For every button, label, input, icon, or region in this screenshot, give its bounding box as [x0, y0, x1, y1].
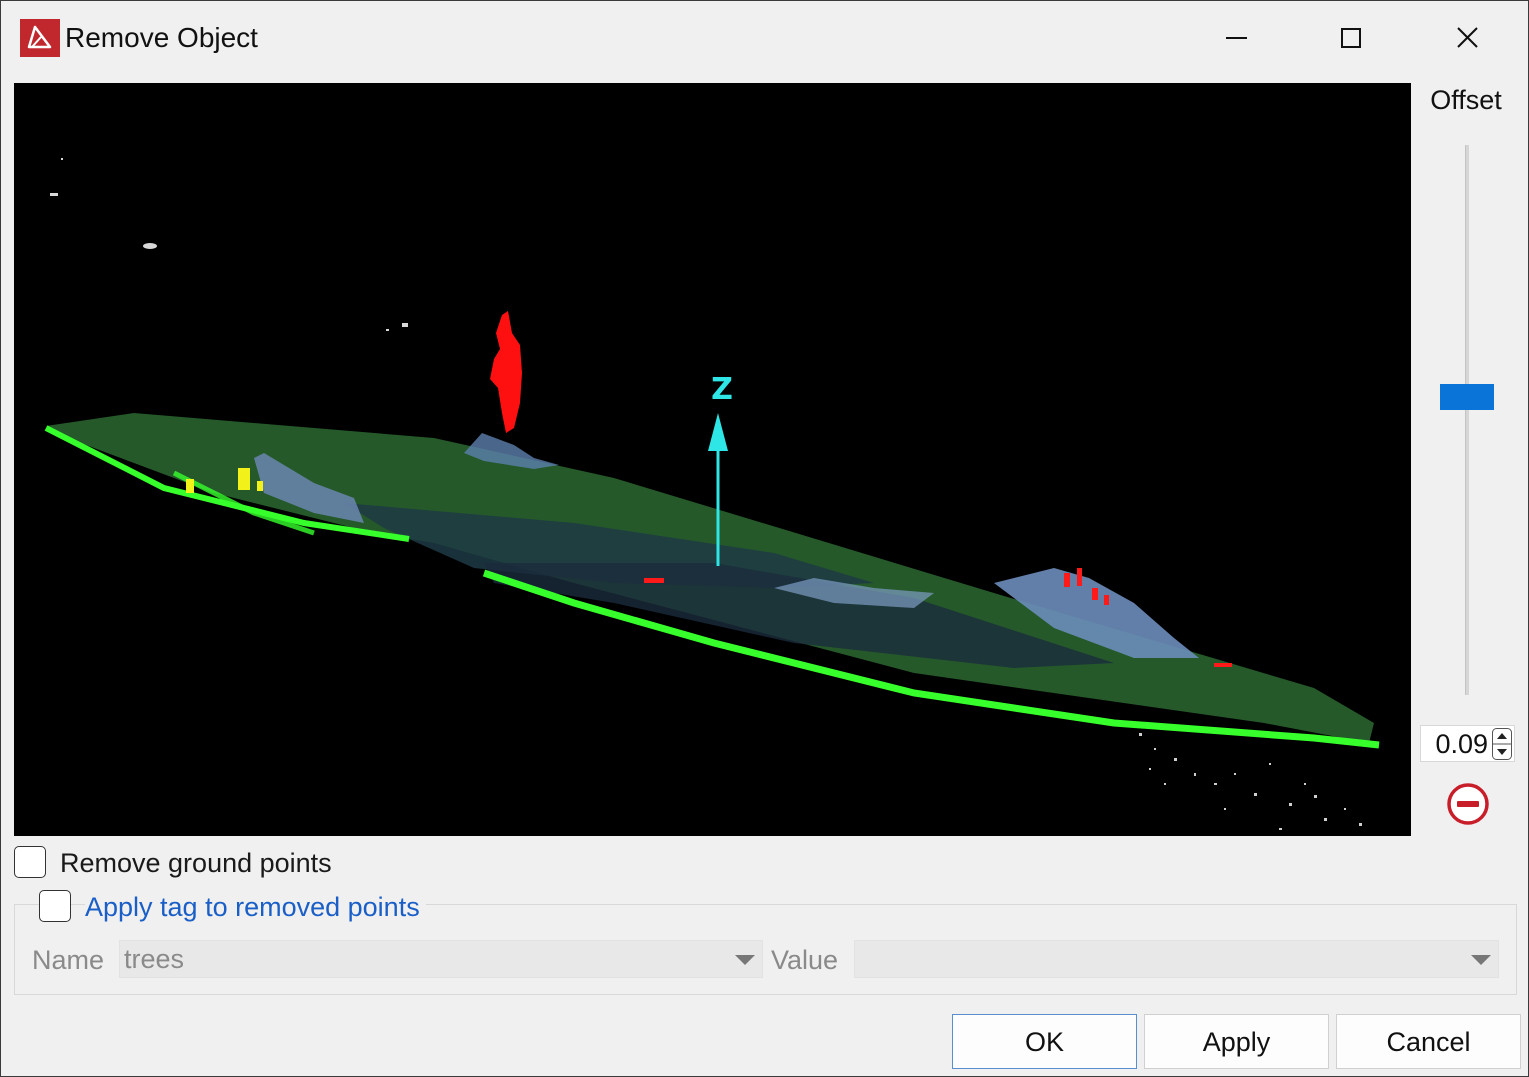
noise-points — [1139, 733, 1362, 830]
maximize-button[interactable] — [1321, 15, 1381, 61]
maximize-icon — [1341, 28, 1361, 48]
remove-offset-button[interactable] — [1445, 781, 1491, 827]
remove-ground-points-label[interactable]: Remove ground points — [60, 848, 332, 879]
chevron-down-icon[interactable] — [1470, 954, 1492, 966]
value-combobox[interactable] — [854, 940, 1499, 978]
offset-value: 0.09 — [1435, 729, 1488, 759]
title-bar: Remove Object — [1, 1, 1528, 77]
chevron-down-icon[interactable] — [734, 954, 756, 966]
minimize-icon — [1226, 37, 1247, 39]
z-axis-label: Z — [711, 372, 733, 407]
minus-circle-icon — [1447, 783, 1489, 825]
close-button[interactable] — [1438, 15, 1498, 61]
close-icon — [1457, 27, 1478, 48]
z-axis-arrow-icon — [708, 413, 728, 451]
ok-button[interactable]: OK — [952, 1014, 1137, 1069]
name-combobox-value: trees — [124, 944, 185, 974]
point-cloud-viewport[interactable]: Z — [14, 83, 1411, 836]
name-label: Name — [32, 945, 105, 975]
app-logo-icon — [20, 19, 60, 57]
point-cloud-render: Z — [44, 158, 1380, 830]
spin-arrows[interactable] — [1492, 728, 1512, 760]
offset-slider-track[interactable] — [1465, 145, 1469, 695]
apply-tag-label[interactable]: Apply tag to removed points — [85, 892, 426, 923]
offset-label: Offset — [1430, 85, 1502, 115]
minimize-button[interactable] — [1207, 15, 1267, 61]
selected-object — [490, 311, 522, 433]
apply-button[interactable]: Apply — [1144, 1014, 1329, 1069]
window-title: Remove Object — [65, 22, 258, 53]
offset-slider-thumb[interactable] — [1440, 384, 1494, 410]
offset-spinbox[interactable]: 0.09 — [1420, 725, 1515, 762]
remove-ground-points-checkbox[interactable] — [14, 846, 46, 878]
value-label: Value — [771, 945, 839, 975]
remove-object-dialog: Remove Object Z Offset 0.09 Remove groun… — [0, 0, 1529, 1077]
cancel-button[interactable]: Cancel — [1336, 1014, 1521, 1069]
name-combobox[interactable]: trees — [119, 940, 763, 978]
stray-points — [50, 158, 408, 331]
apply-tag-checkbox[interactable] — [39, 890, 71, 922]
